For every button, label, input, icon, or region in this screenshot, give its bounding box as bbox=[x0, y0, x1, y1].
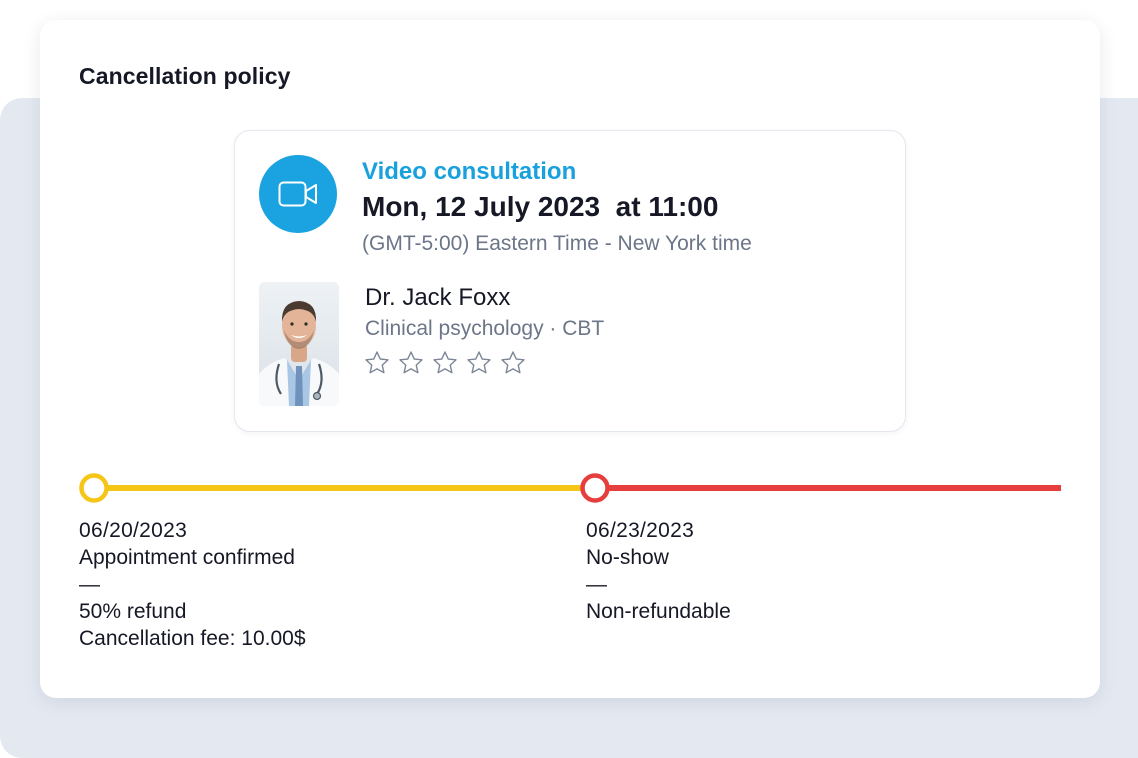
star-icon[interactable] bbox=[499, 349, 527, 377]
page-title: Cancellation policy bbox=[79, 63, 291, 89]
milestone-event: No-show bbox=[586, 546, 669, 569]
milestone-confirmed: 06/20/2023 Appointment confirmed — 50% r… bbox=[79, 517, 306, 652]
milestone-separator: — bbox=[586, 573, 607, 596]
star-icon[interactable] bbox=[363, 349, 391, 377]
milestone-fee: Cancellation fee: 10.00$ bbox=[79, 627, 306, 650]
doctor-specialty: Clinical psychology · CBT bbox=[365, 317, 605, 340]
milestone-date: 06/20/2023 bbox=[79, 519, 188, 542]
rating-stars[interactable] bbox=[363, 349, 527, 377]
video-camera-icon bbox=[278, 181, 317, 207]
doctor-name: Dr. Jack Foxx bbox=[365, 284, 511, 311]
milestone-event: Appointment confirmed bbox=[79, 546, 295, 569]
timeline-node-confirmed bbox=[79, 473, 109, 503]
star-icon[interactable] bbox=[465, 349, 493, 377]
milestone-separator: — bbox=[79, 573, 100, 596]
cancellation-policy-card: Cancellation policy Video consultation M… bbox=[40, 20, 1100, 698]
doctor-avatar bbox=[259, 282, 339, 406]
milestone-date: 06/23/2023 bbox=[586, 519, 695, 542]
milestone-refund: Non-refundable bbox=[586, 600, 731, 623]
appointment-card[interactable]: Video consultation Mon, 12 July 2023 at … bbox=[234, 130, 906, 432]
star-icon[interactable] bbox=[397, 349, 425, 377]
video-consultation-badge bbox=[259, 155, 337, 233]
milestone-noshow: 06/23/2023 No-show — Non-refundable bbox=[586, 517, 731, 625]
timeline-node-noshow bbox=[580, 473, 610, 503]
milestone-refund: 50% refund bbox=[79, 600, 187, 623]
star-icon[interactable] bbox=[431, 349, 459, 377]
appointment-type: Video consultation bbox=[362, 158, 577, 185]
appointment-timezone: (GMT-5:00) Eastern Time - New York time bbox=[362, 232, 752, 255]
appointment-datetime: Mon, 12 July 2023 at 11:00 bbox=[362, 191, 719, 222]
